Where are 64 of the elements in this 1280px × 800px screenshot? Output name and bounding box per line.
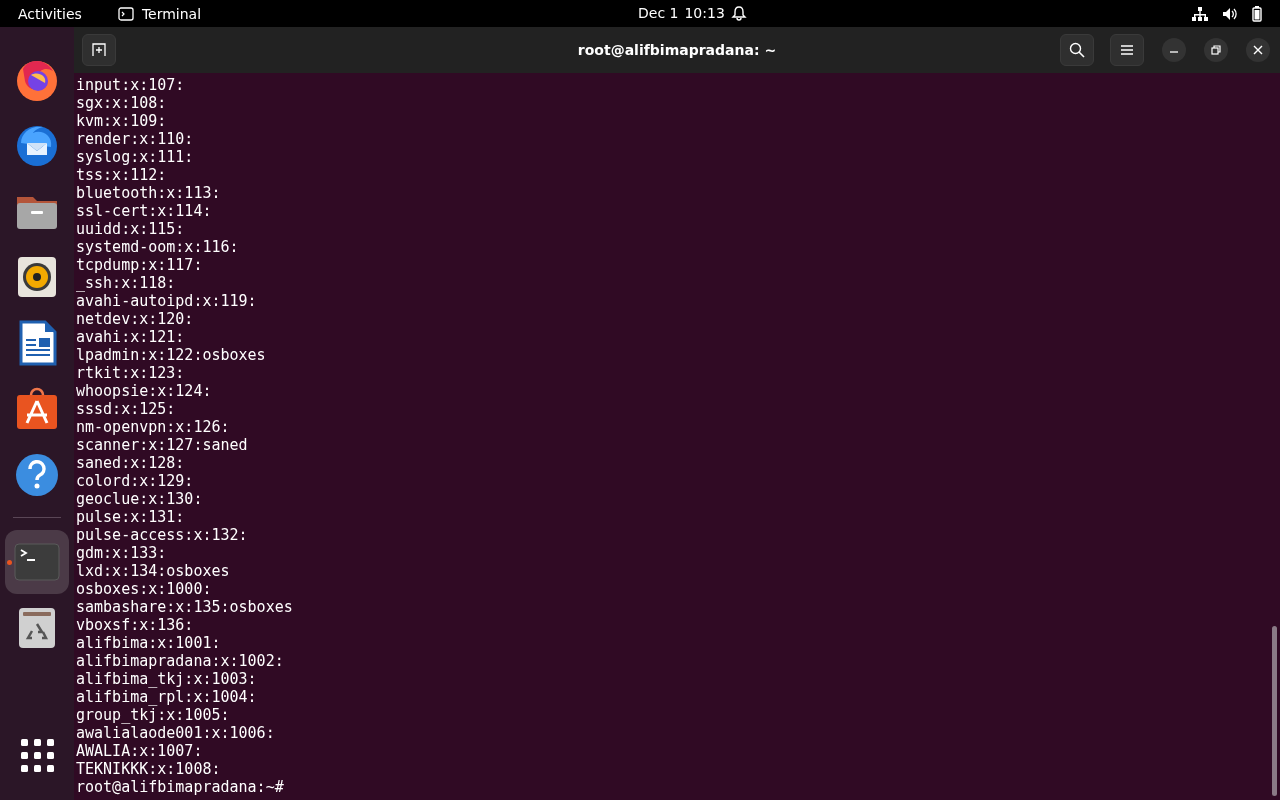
bell-icon — [730, 5, 747, 21]
close-button[interactable] — [1246, 38, 1270, 62]
terminal-line: lxd:x:134:osboxes — [76, 562, 230, 580]
minimize-button[interactable] — [1162, 38, 1186, 62]
search-icon — [1069, 42, 1085, 58]
terminal-line: uuidd:x:115: — [76, 220, 185, 238]
terminal-line: _ssh:x:118: — [76, 274, 176, 292]
terminal-line: alifbima_tkj:x:1003: — [76, 670, 257, 688]
terminal-line: avahi-autoipd:x:119: — [76, 292, 257, 310]
terminal-line: sambashare:x:135:osboxes — [76, 598, 293, 616]
battery-icon — [1252, 5, 1262, 22]
menu-icon — [1120, 44, 1134, 56]
terminal-line: gdm:x:133: — [76, 544, 167, 562]
terminal-line: whoopsie:x:124: — [76, 382, 212, 400]
terminal-line: render:x:110: — [76, 130, 194, 148]
terminal-line: vboxsf:x:136: — [76, 616, 194, 634]
terminal-line: bluetooth:x:113: — [76, 184, 221, 202]
terminal-line: alifbima_rpl:x:1004: — [76, 688, 257, 706]
terminal-line: netdev:x:120: — [76, 310, 194, 328]
menu-button[interactable] — [1110, 34, 1144, 66]
restore-icon — [1211, 45, 1221, 55]
new-tab-button[interactable] — [82, 34, 116, 66]
close-icon — [1253, 45, 1263, 55]
clock[interactable]: Dec 1 10:13 — [638, 5, 747, 21]
terminal-line: avahi:x:121: — [76, 328, 185, 346]
terminal-line: root@alifbimapradana:~# — [76, 778, 284, 796]
app-grid-icon[interactable] — [20, 739, 54, 772]
terminal-line: geoclue:x:130: — [76, 490, 203, 508]
app-menu[interactable]: Terminal — [117, 5, 202, 22]
new-tab-icon — [92, 43, 106, 57]
terminal-line: TEKNIKKK:x:1008: — [76, 760, 221, 778]
activities-button[interactable]: Activities — [18, 5, 82, 22]
terminal-line: sssd:x:125: — [76, 400, 176, 418]
terminal-line: tcpdump:x:117: — [76, 256, 203, 274]
terminal-line: colord:x:129: — [76, 472, 194, 490]
window-title: root@alifbimapradana: ~ — [577, 42, 777, 58]
restore-button[interactable] — [1204, 38, 1228, 62]
terminal-line: group_tkj:x:1005: — [76, 706, 230, 724]
terminal-line: pulse:x:131: — [76, 508, 185, 526]
terminal-line: scanner:x:127:saned — [76, 436, 248, 454]
volume-icon — [1222, 6, 1238, 21]
scrollbar-thumb[interactable] — [1272, 626, 1277, 796]
terminal-line: pulse-access:x:132: — [76, 526, 248, 544]
terminal-line: input:x:107: — [76, 76, 185, 94]
terminal-line: systemd-oom:x:116: — [76, 238, 239, 256]
terminal-icon — [117, 6, 134, 21]
terminal-line: rtkit:x:123: — [76, 364, 185, 382]
terminal-line: saned:x:128: — [76, 454, 185, 472]
terminal-line: awalialaode001:x:1006: — [76, 724, 275, 742]
system-tray[interactable] — [1192, 5, 1262, 22]
terminal-line: lpadmin:x:122:osboxes — [76, 346, 266, 364]
search-button[interactable] — [1060, 34, 1094, 66]
network-icon — [1192, 6, 1208, 21]
terminal-line: ssl-cert:x:114: — [76, 202, 212, 220]
terminal-line: nm-openvpn:x:126: — [76, 418, 230, 436]
terminal-line: osboxes:x:1000: — [76, 580, 212, 598]
terminal-line: AWALIA:x:1007: — [76, 742, 203, 760]
terminal-line: syslog:x:111: — [76, 148, 194, 166]
terminal-line: tss:x:112: — [76, 166, 167, 184]
terminal-line: alifbimapradana:x:1002: — [76, 652, 284, 670]
terminal-line: alifbima:x:1001: — [76, 634, 221, 652]
terminal-line: sgx:x:108: — [76, 94, 167, 112]
terminal-line: kvm:x:109: — [76, 112, 167, 130]
help-icon[interactable] — [13, 451, 61, 499]
